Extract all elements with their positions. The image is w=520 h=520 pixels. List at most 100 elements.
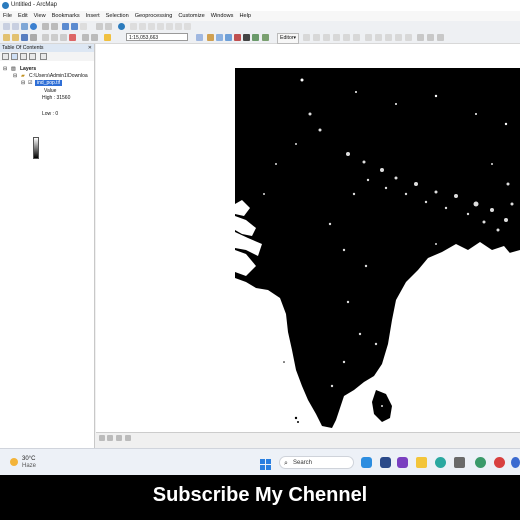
toc-options-icon[interactable] <box>40 53 47 60</box>
menu-bookmarks[interactable]: Bookmarks <box>49 11 83 21</box>
clear-selection-icon[interactable] <box>96 23 103 30</box>
list-by-source-icon[interactable] <box>11 53 18 60</box>
population-raster-map <box>96 44 520 432</box>
menu-help[interactable]: Help <box>236 11 254 21</box>
html-popup-icon[interactable] <box>175 23 182 30</box>
map-scale-select[interactable]: 1:15,053,663 <box>126 33 188 41</box>
measure-icon[interactable] <box>157 23 164 30</box>
edit-tool-icon[interactable] <box>303 34 310 41</box>
layers-expand-icon[interactable]: ⊟ <box>3 66 7 72</box>
table-of-contents-icon[interactable] <box>207 34 214 41</box>
menu-insert[interactable]: Insert <box>83 11 103 21</box>
goto-xy-icon[interactable] <box>148 23 155 30</box>
open-icon[interactable] <box>12 34 19 41</box>
map-view-toggle-bar <box>96 432 520 443</box>
save-icon[interactable] <box>21 34 28 41</box>
layer-visibility-checkbox[interactable]: ☑ <box>28 80 32 86</box>
point-icon[interactable] <box>353 34 360 41</box>
arctoolbox-icon[interactable] <box>234 34 241 41</box>
full-extent-icon[interactable] <box>30 23 37 30</box>
menu-bar: File Edit View Bookmarks Insert Selection Geop… <box>0 11 520 21</box>
file-explorer-icon[interactable] <box>416 457 427 468</box>
menu-geoprocessing[interactable]: Geoprocessing <box>132 11 176 21</box>
windows-start-icon[interactable] <box>260 457 271 470</box>
layout-view-icon[interactable] <box>107 435 113 441</box>
app-icon[interactable] <box>511 457 520 468</box>
fixed-zoom-out-icon[interactable] <box>51 23 58 30</box>
print-icon[interactable] <box>30 34 37 41</box>
folder-path[interactable]: C:\Users\Admin1\Downloa <box>29 73 88 79</box>
select-features-icon[interactable] <box>80 23 87 30</box>
cut-polygons-icon[interactable] <box>385 34 392 41</box>
find-icon[interactable] <box>130 23 137 30</box>
map-display[interactable] <box>96 44 520 432</box>
split-icon[interactable] <box>395 34 402 41</box>
toc-close-icon[interactable]: ✕ <box>88 44 92 52</box>
find-route-icon[interactable] <box>139 23 146 30</box>
redo-icon[interactable] <box>91 34 98 41</box>
sketch-properties-icon[interactable] <box>427 34 434 41</box>
chrome-icon[interactable] <box>494 457 505 468</box>
folder-icon: ▰ <box>21 73 25 79</box>
task-view-icon[interactable] <box>361 457 372 468</box>
python-icon[interactable] <box>243 34 250 41</box>
menu-selection[interactable]: Selection <box>103 11 132 21</box>
undo-icon[interactable] <box>82 34 89 41</box>
straight-segment-icon[interactable] <box>323 34 330 41</box>
modelbuilder-icon[interactable] <box>252 34 259 41</box>
layers-label[interactable]: Layers <box>20 66 36 72</box>
edit-vertices-icon[interactable] <box>365 34 372 41</box>
reshape-icon[interactable] <box>375 34 382 41</box>
refresh-icon[interactable] <box>116 435 122 441</box>
toc-title-bar: Table Of Contents ✕ <box>0 44 94 52</box>
zoom-in-icon[interactable] <box>3 23 10 30</box>
list-by-visibility-icon[interactable] <box>20 53 27 60</box>
layer-expand-icon[interactable]: ⊟ <box>21 80 25 86</box>
copy-icon[interactable] <box>51 34 58 41</box>
taskbar-search[interactable]: ⌕ Search <box>279 456 354 469</box>
rotate-icon[interactable] <box>405 34 412 41</box>
hyperlink-icon[interactable] <box>166 23 173 30</box>
georeferencing-icon[interactable] <box>262 34 269 41</box>
menu-windows[interactable]: Windows <box>208 11 237 21</box>
delete-icon[interactable] <box>69 34 76 41</box>
cut-icon[interactable] <box>42 34 49 41</box>
chat-icon[interactable] <box>397 457 408 468</box>
editor-menu[interactable]: Editor▾ <box>277 33 300 44</box>
add-data-icon[interactable] <box>104 34 111 41</box>
new-document-icon[interactable] <box>3 34 10 41</box>
paste-icon[interactable] <box>60 34 67 41</box>
toc-toolbar <box>0 52 94 61</box>
end-point-arc-icon[interactable] <box>333 34 340 41</box>
forward-icon[interactable] <box>71 23 78 30</box>
catalog-icon[interactable] <box>216 34 223 41</box>
edit-annotation-icon[interactable] <box>313 34 320 41</box>
edge-browser-icon[interactable] <box>435 457 446 468</box>
zoom-out-icon[interactable] <box>12 23 19 30</box>
search-window-icon[interactable] <box>225 34 232 41</box>
select-elements-icon[interactable] <box>105 23 112 30</box>
menu-view[interactable]: View <box>31 11 49 21</box>
pan-icon[interactable] <box>21 23 28 30</box>
list-by-drawing-order-icon[interactable] <box>2 53 9 60</box>
folder-expand-icon[interactable]: ⊟ <box>13 73 17 79</box>
layer-name[interactable]: ind_pop.tif <box>35 80 63 86</box>
fixed-zoom-in-icon[interactable] <box>42 23 49 30</box>
menu-customize[interactable]: Customize <box>175 11 207 21</box>
attributes-icon[interactable] <box>417 34 424 41</box>
video-caption: Subscribe My Chennel <box>0 475 520 520</box>
arcgis-taskbar-icon[interactable] <box>475 457 486 468</box>
list-by-selection-icon[interactable] <box>29 53 36 60</box>
trace-icon[interactable] <box>343 34 350 41</box>
store-icon[interactable] <box>454 457 465 468</box>
pause-drawing-icon[interactable] <box>125 435 131 441</box>
menu-edit[interactable]: Edit <box>15 11 31 21</box>
data-view-icon[interactable] <box>99 435 105 441</box>
create-features-icon[interactable] <box>437 34 444 41</box>
widgets-icon[interactable] <box>380 457 391 468</box>
editor-toolbar-icon[interactable] <box>196 34 203 41</box>
time-slider-icon[interactable] <box>184 23 191 30</box>
menu-file[interactable]: File <box>0 11 15 21</box>
back-icon[interactable] <box>62 23 69 30</box>
identify-icon[interactable] <box>118 23 125 30</box>
